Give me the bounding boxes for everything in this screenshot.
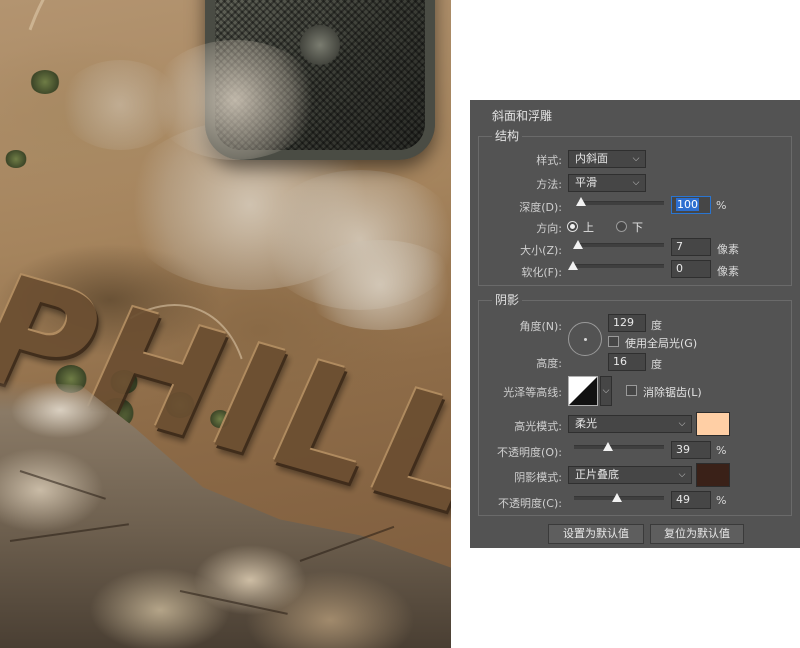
size-label: 大小(Z):: [520, 244, 562, 257]
soften-value: 0: [676, 262, 683, 275]
size-value: 7: [676, 240, 683, 253]
depth-value: 100: [676, 198, 699, 211]
highlight-opacity-unit: %: [716, 444, 727, 457]
direction-up-radio[interactable]: [567, 221, 578, 232]
highlight-color-swatch[interactable]: [696, 412, 730, 436]
antialias-label: 消除锯齿(L): [643, 386, 702, 399]
highlight-mode-select[interactable]: 柔光 ⌵: [568, 415, 692, 433]
depth-slider-track[interactable]: [578, 201, 664, 205]
technique-value: 平滑: [575, 176, 597, 189]
panel-title: 斜面和浮雕: [492, 109, 553, 123]
altitude-input[interactable]: 16: [608, 353, 646, 371]
shadow-mode-label: 阴影模式:: [514, 471, 562, 484]
soften-unit: 像素: [717, 265, 739, 278]
direction-down-label: 下: [632, 221, 643, 234]
shadow-opacity-unit: %: [716, 494, 727, 507]
dust-cloud: [150, 40, 320, 160]
shadow-opacity-value: 49: [676, 493, 690, 506]
soften-slider-thumb[interactable]: [568, 261, 578, 270]
chevron-down-icon: ⌵: [632, 154, 640, 164]
soften-input[interactable]: 0: [671, 260, 711, 278]
highlight-opacity-slider-track[interactable]: [574, 445, 664, 449]
contour-curve-icon[interactable]: [568, 376, 598, 406]
technique-select[interactable]: 平滑 ⌵: [568, 174, 646, 192]
angle-unit: 度: [651, 319, 662, 332]
direction-up-label: 上: [583, 221, 594, 234]
highlight-opacity-label: 不透明度(O):: [497, 446, 562, 459]
dust-cloud: [300, 240, 451, 330]
angle-value: 129: [613, 316, 634, 329]
direction-label: 方向:: [536, 222, 562, 235]
direction-down-radio[interactable]: [616, 221, 627, 232]
chevron-down-icon: ⌵: [678, 470, 686, 480]
size-input[interactable]: 7: [671, 238, 711, 256]
structure-title: 结构: [492, 127, 523, 144]
angle-input[interactable]: 129: [608, 314, 646, 332]
size-slider-track[interactable]: [578, 243, 664, 247]
make-default-button[interactable]: 设置为默认值: [548, 524, 644, 544]
highlight-opacity-input[interactable]: 39: [671, 441, 711, 459]
size-unit: 像素: [717, 243, 739, 256]
depth-slider-thumb[interactable]: [576, 197, 586, 206]
altitude-label: 高度:: [536, 357, 562, 370]
highlight-opacity-value: 39: [676, 443, 690, 456]
shadow-opacity-input[interactable]: 49: [671, 491, 711, 509]
global-light-checkbox[interactable]: [608, 336, 619, 347]
angle-dial-icon[interactable]: [568, 322, 602, 356]
soften-slider-track[interactable]: [574, 264, 664, 268]
angle-label: 角度(N):: [519, 320, 562, 333]
depth-label: 深度(D):: [519, 201, 562, 214]
chevron-down-icon: ⌵: [602, 386, 610, 396]
highlight-mode-value: 柔光: [575, 417, 597, 430]
canvas-artwork: PHILL: [0, 0, 451, 648]
depth-input[interactable]: 100: [671, 196, 711, 214]
chevron-down-icon: ⌵: [632, 178, 640, 188]
shadow-color-swatch[interactable]: [696, 463, 730, 487]
shadow-mode-value: 正片叠底: [575, 468, 619, 481]
global-light-label: 使用全局光(G): [625, 337, 698, 350]
bevel-emboss-panel: 斜面和浮雕 结构 样式: 内斜面 ⌵ 方法: 平滑 ⌵ 深度(D): 100 %…: [470, 100, 800, 548]
style-label: 样式:: [536, 154, 562, 167]
shading-title: 阴影: [492, 291, 523, 308]
shadow-opacity-label: 不透明度(C):: [498, 497, 562, 510]
gloss-contour-label: 光泽等高线:: [503, 386, 562, 399]
shadow-mode-select[interactable]: 正片叠底 ⌵: [568, 466, 692, 484]
highlight-mode-label: 高光模式:: [514, 420, 562, 433]
style-value: 内斜面: [575, 152, 608, 165]
highlight-opacity-slider-thumb[interactable]: [603, 442, 613, 451]
contour-dropdown[interactable]: ⌵: [600, 376, 612, 406]
style-select[interactable]: 内斜面 ⌵: [568, 150, 646, 168]
chevron-down-icon: ⌵: [678, 419, 686, 429]
soften-label: 软化(F):: [521, 266, 562, 279]
shrub: [30, 70, 60, 94]
antialias-checkbox[interactable]: [626, 385, 637, 396]
shadow-opacity-slider-thumb[interactable]: [612, 493, 622, 502]
depth-unit: %: [716, 199, 727, 212]
reset-default-button[interactable]: 复位为默认值: [650, 524, 744, 544]
shrub: [5, 150, 27, 168]
altitude-unit: 度: [651, 358, 662, 371]
altitude-value: 16: [613, 355, 627, 368]
size-slider-thumb[interactable]: [573, 240, 583, 249]
technique-label: 方法:: [536, 178, 562, 191]
